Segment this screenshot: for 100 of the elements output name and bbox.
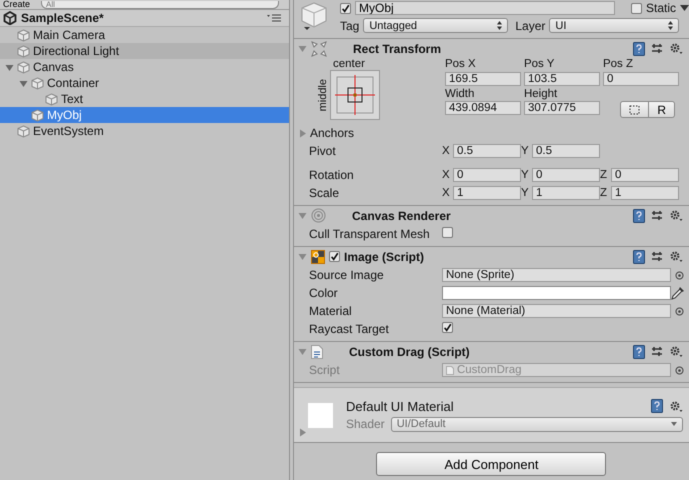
hierarchy-item[interactable]: Main Camera xyxy=(0,27,290,43)
anchor-vertical-label: middle xyxy=(317,78,330,112)
number-field[interactable]: 169.5 xyxy=(444,72,521,86)
number-field[interactable]: 0 xyxy=(532,168,600,182)
expand-caret-icon[interactable] xyxy=(5,62,14,72)
eyedropper-icon[interactable] xyxy=(671,286,685,300)
layer-dropdown[interactable]: UI xyxy=(549,18,680,33)
number-field[interactable]: 0 xyxy=(452,168,521,182)
object-picker-icon[interactable] xyxy=(674,306,684,316)
tag-label: Tag xyxy=(340,18,360,32)
field-label: Pos Y xyxy=(524,58,556,72)
property-label: Material xyxy=(308,304,353,318)
add-component-button[interactable]: Add Component xyxy=(376,452,606,476)
menu-icon[interactable] xyxy=(267,14,282,22)
anchors-label[interactable]: Anchors xyxy=(310,126,354,140)
hierarchy-item[interactable]: EventSystem xyxy=(0,123,290,139)
scene-name: SampleScene* xyxy=(21,11,105,25)
sliders-icon[interactable] xyxy=(651,250,663,262)
component-title: Rect Transform xyxy=(352,42,442,56)
number-field[interactable]: 307.0775 xyxy=(524,101,600,116)
axis-label: Z xyxy=(600,169,608,181)
number-field[interactable]: 0 xyxy=(602,72,679,86)
blueprint-mode-button[interactable] xyxy=(620,101,650,118)
property-checkbox[interactable] xyxy=(442,322,453,333)
component-title: Canvas Renderer xyxy=(352,208,452,222)
raw-edit-button[interactable]: R xyxy=(649,101,675,118)
anchor-preset-icon[interactable] xyxy=(330,70,380,120)
property-checkbox[interactable] xyxy=(442,227,453,238)
rect-transform-icon xyxy=(310,40,327,56)
dropdown-arrows-icon xyxy=(497,21,502,30)
object-field[interactable]: None (Material) xyxy=(442,304,671,318)
tag-dropdown[interactable]: Untagged xyxy=(363,18,508,33)
cube-icon xyxy=(17,60,30,74)
expand-caret-icon[interactable] xyxy=(19,78,28,88)
cube-icon xyxy=(17,44,30,58)
number-field[interactable]: 439.0894 xyxy=(444,101,521,116)
target-rings-icon xyxy=(310,208,326,223)
property-label: Source Image xyxy=(308,268,385,282)
cube-icon xyxy=(17,28,30,42)
static-checkbox[interactable] xyxy=(630,2,642,14)
enabled-checkbox[interactable] xyxy=(328,251,340,262)
property-label: Rotation xyxy=(308,168,355,182)
sliders-icon[interactable] xyxy=(651,210,663,222)
cube-icon xyxy=(31,108,44,122)
number-field[interactable]: 0 xyxy=(610,168,679,182)
property-label: Raycast Target xyxy=(308,322,390,336)
color-field[interactable] xyxy=(442,286,671,300)
axis-label: Y xyxy=(520,187,530,199)
hierarchy-item[interactable]: Text xyxy=(0,91,290,107)
script-file-icon xyxy=(310,344,323,358)
unity-logo-icon xyxy=(3,11,17,25)
number-field[interactable]: 1 xyxy=(532,186,600,200)
sliders-icon[interactable] xyxy=(651,42,663,54)
settings-icon[interactable] xyxy=(669,42,683,55)
cube-icon xyxy=(17,124,30,138)
help-book-icon[interactable] xyxy=(651,399,663,413)
dropdown-caret-icon[interactable] xyxy=(680,5,689,11)
axis-label: X xyxy=(442,145,451,157)
component-title: Custom Drag (Script) xyxy=(348,344,471,358)
sliders-icon[interactable] xyxy=(651,346,663,358)
cube-icon xyxy=(45,92,58,106)
hierarchy-item[interactable]: Canvas xyxy=(0,59,290,75)
property-label: Cull Transparent Mesh xyxy=(308,227,431,241)
hierarchy-item[interactable]: MyObj xyxy=(0,107,290,123)
layer-label: Layer xyxy=(515,18,546,32)
number-field[interactable]: 1 xyxy=(610,186,679,200)
property-label: Script xyxy=(308,363,341,377)
number-field[interactable]: 0.5 xyxy=(532,144,600,158)
material-name: Default UI Material xyxy=(346,398,454,414)
axis-label: Y xyxy=(520,145,530,157)
script-field: CustomDrag xyxy=(442,363,671,377)
number-field[interactable]: 1 xyxy=(452,186,521,200)
help-book-icon[interactable] xyxy=(633,250,645,264)
image-icon xyxy=(310,250,325,264)
dropdown-arrows-icon xyxy=(668,21,674,30)
object-picker-icon[interactable] xyxy=(674,366,684,374)
cube-icon xyxy=(31,76,44,90)
dashed-rect-icon xyxy=(629,104,640,115)
settings-icon[interactable] xyxy=(669,250,683,263)
help-book-icon[interactable] xyxy=(633,42,645,56)
help-book-icon[interactable] xyxy=(633,344,645,358)
number-field[interactable]: 103.5 xyxy=(524,72,600,86)
object-field[interactable]: None (Sprite) xyxy=(442,268,671,282)
create-button[interactable]: Create xyxy=(0,0,34,9)
hierarchy-item[interactable]: Container xyxy=(0,75,290,91)
search-field[interactable]: All xyxy=(41,1,280,9)
shader-dropdown[interactable]: UI/Default xyxy=(390,416,683,432)
active-checkbox[interactable] xyxy=(340,2,351,14)
shader-label: Shader xyxy=(346,417,385,431)
help-book-icon[interactable] xyxy=(633,208,645,222)
settings-icon[interactable] xyxy=(669,209,683,222)
object-picker-icon[interactable] xyxy=(674,270,684,280)
number-field[interactable]: 0.5 xyxy=(452,144,521,158)
settings-icon[interactable] xyxy=(669,400,683,412)
hierarchy-item[interactable]: Directional Light xyxy=(0,43,290,59)
field-label: Pos Z xyxy=(602,58,634,72)
cube-icon xyxy=(300,2,328,32)
material-preview xyxy=(308,402,333,428)
component-title: Image (Script) xyxy=(344,250,425,264)
settings-icon[interactable] xyxy=(669,345,683,358)
